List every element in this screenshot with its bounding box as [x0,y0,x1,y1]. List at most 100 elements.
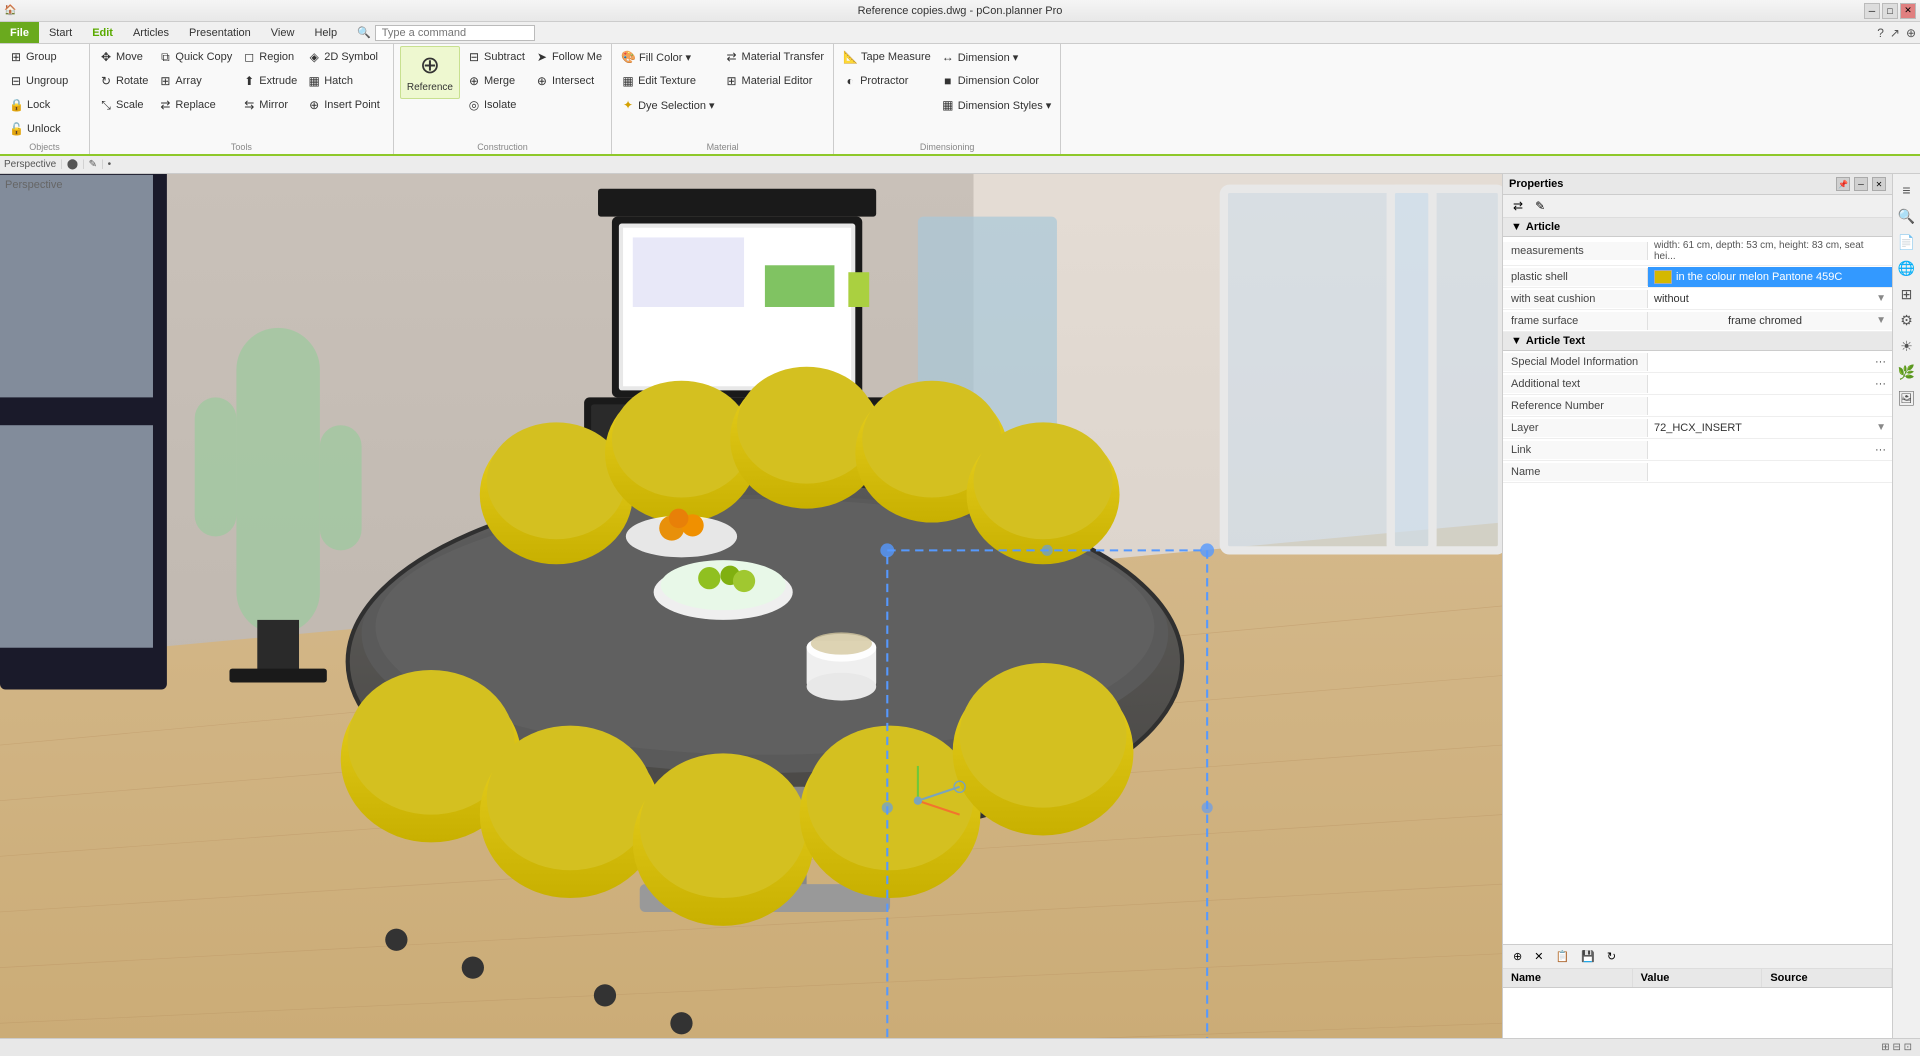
special-model-row: Special Model Information ··· [1503,351,1892,373]
article-text-section-label: Article Text [1526,335,1585,347]
isolate-button[interactable]: ◎Isolate [464,94,528,116]
seat-cushion-value[interactable]: without ▼ [1648,290,1892,308]
link-dots[interactable]: ··· [1875,444,1886,456]
plastic-shell-value[interactable]: in the colour melon Pantone 459C [1648,267,1892,287]
quickcopy-button[interactable]: ⧉Quick Copy [155,46,235,68]
link-value[interactable]: ··· [1648,441,1892,459]
bottom-add-icon[interactable]: ⊕ [1509,948,1526,965]
menu-articles[interactable]: Articles [123,22,179,43]
subtract-button[interactable]: ⊟Subtract [464,46,528,68]
restore-button[interactable]: □ [1882,3,1898,19]
unlock-icon: 🔓 [9,122,24,136]
small-dot[interactable]: • [108,159,112,170]
replace-button[interactable]: ⇄Replace [155,94,235,116]
properties-minimize-button[interactable]: ─ [1854,177,1868,191]
extrude-button[interactable]: ⬆Extrude [239,70,300,92]
bottom-remove-icon[interactable]: ✕ [1530,948,1547,965]
materialtransfer-button[interactable]: ⇄Material Transfer [722,46,828,68]
lock-button[interactable]: 🔒Lock [6,94,83,116]
materialeditor-button[interactable]: ⊞Material Editor [722,70,828,92]
insertpoint-button[interactable]: ⊕Insert Point [304,94,383,116]
array-icon: ⊞ [158,74,172,88]
rotate-button[interactable]: ↻Rotate [96,70,151,92]
menu-edit[interactable]: Edit [82,22,123,43]
insertpoint-icon: ⊕ [307,98,321,112]
intersect-button[interactable]: ⊕Intersect [532,70,605,92]
layer-value[interactable]: 72_HCX_INSERT ▼ [1648,419,1892,437]
protractor-button[interactable]: ◐Protractor [840,70,934,92]
article-section-header[interactable]: ▼ Article [1503,218,1892,237]
region-button[interactable]: ◻Region [239,46,300,68]
sidebar-articles-button[interactable]: 📄 [1895,230,1919,254]
measurements-row: measurements width: 61 cm, depth: 53 cm,… [1503,237,1892,266]
reference-number-value[interactable] [1648,403,1892,409]
merge-button[interactable]: ⊕Merge [464,70,528,92]
intersect-icon: ⊕ [535,74,549,88]
layer-dropdown[interactable]: 72_HCX_INSERT ▼ [1654,422,1886,434]
sidebar-globe-button[interactable]: 🌐 [1895,256,1919,280]
article-text-section-header[interactable]: ▼ Article Text [1503,332,1892,351]
command-search-input[interactable] [375,25,535,41]
dimensioncolor-button[interactable]: ■Dimension Color [938,70,1055,92]
menu-view[interactable]: View [261,22,305,43]
followme-button[interactable]: ➤Follow Me [532,46,605,68]
group-button[interactable]: ⊞Group [6,46,83,68]
dyeselection-button[interactable]: ✦Dye Selection ▾ [618,94,717,116]
scale-icon: ⤡ [99,98,113,113]
view-dot[interactable]: ⬤ [67,159,78,170]
properties-titlebar: Properties 📌 ─ ✕ [1503,174,1892,195]
mirror-button[interactable]: ⇆Mirror [239,94,300,116]
article-section-arrow: ▼ [1511,221,1522,233]
minimize-button[interactable]: ─ [1864,3,1880,19]
measurements-value[interactable]: width: 61 cm, depth: 53 cm, height: 83 c… [1648,237,1892,265]
special-model-value[interactable]: ··· [1648,353,1892,371]
move-button[interactable]: ✥Move [96,46,151,68]
dimension-button[interactable]: ↔Dimension ▾ [938,46,1055,68]
array-button[interactable]: ⊞Array [155,70,235,92]
properties-pin-button[interactable]: 📌 [1836,177,1850,191]
bottom-save-icon[interactable]: 💾 [1577,948,1599,965]
sidebar-search-button[interactable]: 🔍 [1895,204,1919,228]
online-icon[interactable]: ⊕ [1906,26,1916,40]
tapemeasure-button[interactable]: 📐Tape Measure [840,46,934,68]
frame-surface-value[interactable]: frame chromed ▼ [1648,312,1892,330]
hatch-button[interactable]: ▦Hatch [304,70,383,92]
reference-button[interactable]: ⊕ Reference [400,46,460,99]
frame-surface-dropdown[interactable]: frame chromed ▼ [1654,315,1886,327]
name-value[interactable] [1648,469,1892,475]
close-button[interactable]: ✕ [1900,3,1916,19]
viewport[interactable]: Perspective [0,174,1502,1038]
special-model-dots[interactable]: ··· [1875,356,1886,368]
edittexture-button[interactable]: ▦Edit Texture [618,70,717,92]
view-mode-label[interactable]: Perspective [4,159,56,170]
bottom-copy-icon[interactable]: 📋 [1551,948,1573,965]
menu-file[interactable]: File [0,22,39,43]
bottom-refresh-icon[interactable]: ↻ [1603,948,1620,965]
properties-edit-icon[interactable]: ✎ [1531,197,1549,215]
properties-refresh-icon[interactable]: ⇄ [1509,197,1527,215]
move-icon: ✥ [99,50,113,64]
ungroup-button[interactable]: ⊟Ungroup [6,70,83,92]
scale-button[interactable]: ⤡Scale [96,94,151,116]
pencil-icon[interactable]: ✎ [89,159,97,170]
seat-cushion-dropdown[interactable]: without ▼ [1654,293,1886,305]
share-icon[interactable]: ↗ [1890,26,1900,40]
unlock-button[interactable]: 🔓Unlock [6,118,83,140]
2dsymbol-button[interactable]: ◈2D Symbol [304,46,383,68]
additional-text-value[interactable]: ··· [1648,375,1892,393]
sidebar-picture-button[interactable]: 🖼 [1895,386,1919,410]
menu-help[interactable]: Help [304,22,347,43]
help-icon[interactable]: ? [1877,26,1884,40]
sidebar-layers-button[interactable]: ≡ [1895,178,1919,202]
menu-presentation[interactable]: Presentation [179,22,261,43]
sidebar-settings-button[interactable]: ⚙ [1895,308,1919,332]
menu-start[interactable]: Start [39,22,82,43]
properties-close-button[interactable]: ✕ [1872,177,1886,191]
fillcolor-button[interactable]: 🎨Fill Color ▾ [618,46,717,68]
dimensionstyles-button[interactable]: ▦Dimension Styles ▾ [938,94,1055,116]
sidebar-stack-button[interactable]: ⊞ [1895,282,1919,306]
ribbon-material-section: 🎨Fill Color ▾ ▦Edit Texture ✦Dye Selecti… [612,44,834,154]
sidebar-sun-button[interactable]: ☀ [1895,334,1919,358]
additional-text-dots[interactable]: ··· [1875,378,1886,390]
sidebar-plant-button[interactable]: 🌿 [1895,360,1919,384]
